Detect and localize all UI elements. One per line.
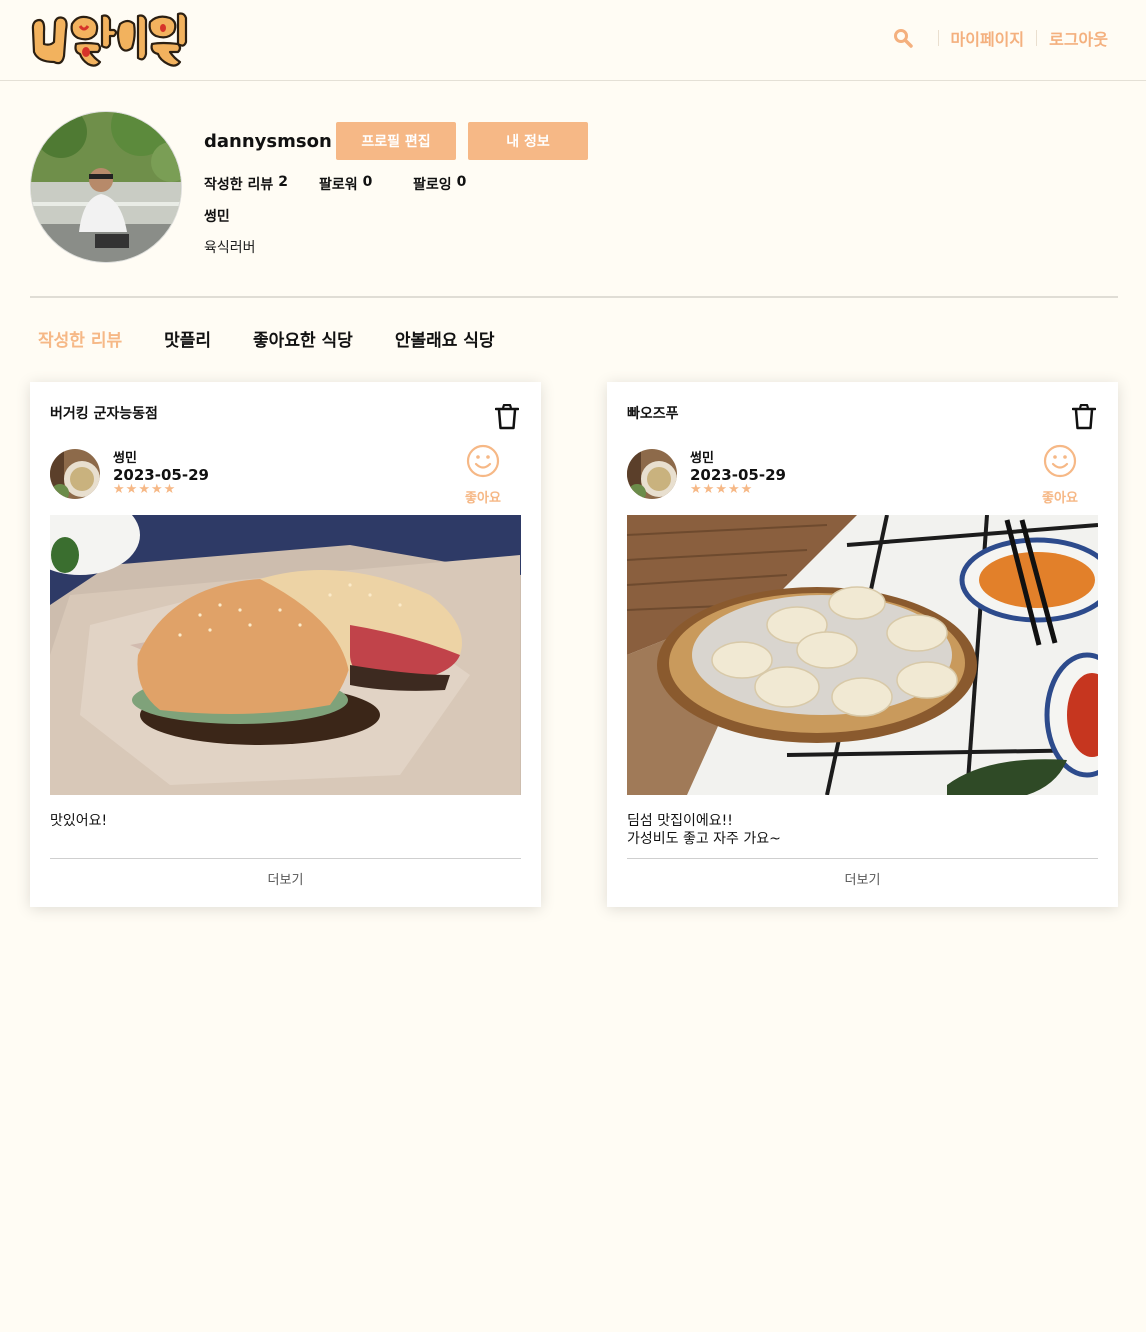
stat-followers-count: 0 xyxy=(362,174,373,190)
like-label: 좋아요 xyxy=(1042,491,1078,506)
tab-written-reviews[interactable]: 작성한 리뷰 xyxy=(38,326,122,351)
stat-reviews-label: 작성한 리뷰 xyxy=(204,177,274,193)
stat-reviews[interactable]: 작성한 리뷰 2 xyxy=(204,174,319,194)
section-divider xyxy=(30,296,1118,298)
star-icon: ★ xyxy=(702,482,715,497)
star-icon: ★ xyxy=(125,482,138,497)
search-icon[interactable] xyxy=(892,27,914,49)
restaurant-name[interactable]: 빠오즈푸 xyxy=(627,403,679,423)
trash-icon[interactable] xyxy=(1071,403,1097,430)
tab-liked-restaurants[interactable]: 좋아요한 식당 xyxy=(253,326,353,351)
star-icon: ★ xyxy=(163,482,176,497)
star-icon: ★ xyxy=(740,482,753,497)
stat-following-label: 팔로잉 xyxy=(413,177,452,193)
smile-icon xyxy=(466,444,500,478)
star-icon: ★ xyxy=(113,482,125,497)
like-label: 좋아요 xyxy=(465,491,501,506)
star-rating: ★ ★ ★ ★ ★ xyxy=(113,483,175,497)
review-card: 빠오즈푸 썽민 2023-05-29 ★ ★ ★ ★ ★ 좋아요 딤섬 맛집이에… xyxy=(607,382,1118,907)
tab-matply[interactable]: 맛플리 xyxy=(164,326,211,351)
profile-nickname: 썽민 xyxy=(204,209,230,225)
profile-section: dannysmson 프로필 편집 내 정보 작성한 리뷰 2 팔로워 0 팔로… xyxy=(30,111,1118,271)
stat-followers[interactable]: 팔로워 0 xyxy=(319,174,413,194)
review-text: 딤섬 맛집이에요!! 가성비도 좋고 자주 가요~ xyxy=(627,813,781,847)
author-avatar xyxy=(50,449,100,499)
star-rating: ★ ★ ★ ★ ★ xyxy=(690,483,752,497)
restaurant-name[interactable]: 버거킹 군자능동점 xyxy=(50,403,158,423)
mypage-link[interactable]: 마이페이지 xyxy=(949,26,1027,50)
card-divider xyxy=(627,858,1098,859)
stat-followers-label: 팔로워 xyxy=(319,177,358,193)
like-button[interactable]: 좋아요 xyxy=(445,444,521,506)
card-divider xyxy=(50,858,521,859)
trash-icon[interactable] xyxy=(494,403,520,430)
more-button[interactable]: 더보기 xyxy=(627,869,1098,888)
star-icon: ★ xyxy=(150,482,163,497)
profile-bio: 육식러버 xyxy=(204,240,256,256)
star-icon: ★ xyxy=(138,482,150,497)
more-button[interactable]: 더보기 xyxy=(50,869,521,888)
review-card: 버거킹 군자능동점 썽민 2023-05-29 ★ ★ ★ ★ ★ 좋아요 맛있… xyxy=(30,382,541,907)
tab-hidden-restaurants[interactable]: 안볼래요 식당 xyxy=(395,326,495,351)
smile-icon xyxy=(1043,444,1077,478)
profile-stats: 작성한 리뷰 2 팔로워 0 팔로잉 0 xyxy=(204,174,466,194)
star-icon: ★ xyxy=(715,482,727,497)
top-nav: 마이페이지 로그아웃 xyxy=(892,26,1111,50)
top-bar: 마이페이지 로그아웃 xyxy=(0,0,1146,81)
my-info-button[interactable]: 내 정보 xyxy=(468,122,588,160)
stat-reviews-count: 2 xyxy=(278,174,289,190)
review-photo[interactable] xyxy=(50,515,521,795)
review-photo[interactable] xyxy=(627,515,1098,795)
nav-divider xyxy=(1036,30,1038,46)
star-icon: ★ xyxy=(690,482,702,497)
edit-profile-button[interactable]: 프로필 편집 xyxy=(336,122,456,160)
review-author: 썽민 xyxy=(113,451,137,466)
author-avatar xyxy=(627,449,677,499)
nav-divider xyxy=(937,30,939,46)
profile-avatar xyxy=(30,111,182,263)
logout-link[interactable]: 로그아웃 xyxy=(1047,26,1110,50)
review-text: 맛있어요! xyxy=(50,813,108,829)
stat-following-count: 0 xyxy=(456,174,467,190)
logo[interactable] xyxy=(28,8,190,70)
profile-tabs: 작성한 리뷰 맛플리 좋아요한 식당 안볼래요 식당 xyxy=(38,326,495,351)
profile-username: dannysmson xyxy=(204,131,332,152)
star-icon: ★ xyxy=(727,482,740,497)
review-author: 썽민 xyxy=(690,451,714,466)
like-button[interactable]: 좋아요 xyxy=(1022,444,1098,506)
stat-following[interactable]: 팔로잉 0 xyxy=(413,174,466,194)
